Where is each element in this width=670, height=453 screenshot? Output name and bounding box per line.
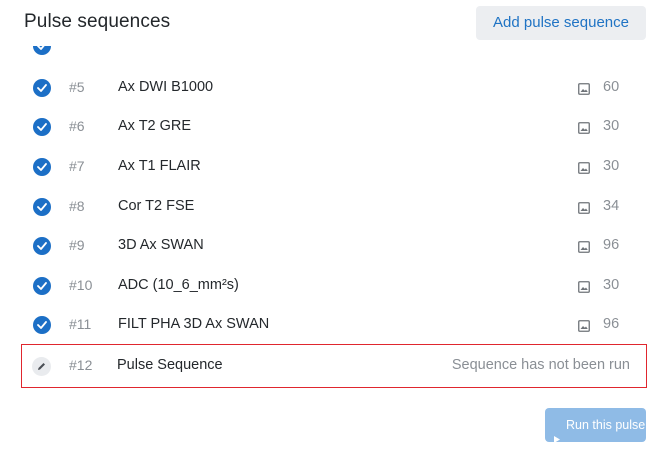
list-item[interactable]: #11 FILT PHA 3D Ax SWAN 96: [22, 305, 646, 345]
sequence-number: #9: [69, 237, 85, 253]
pending-sequence-row[interactable]: #12 Pulse Sequence Sequence has not been…: [21, 344, 647, 388]
add-pulse-sequence-button[interactable]: Add pulse sequence: [476, 6, 646, 40]
sequence-name: FILT PHA 3D Ax SWAN: [118, 316, 270, 332]
check-circle-icon: [33, 118, 51, 136]
sequence-number: #11: [69, 316, 92, 332]
check-circle-icon: [33, 198, 51, 216]
check-circle-icon: [33, 277, 51, 295]
image-count: 96: [603, 316, 620, 332]
image-icon: [578, 201, 590, 214]
sequence-name: ADC (10_6_mm²s): [118, 277, 239, 293]
image-icon: [578, 240, 590, 253]
image-icon: [578, 280, 590, 293]
sequence-name: Cor T2 FSE: [118, 198, 195, 214]
sequence-list[interactable]: #5 Ax DWI B1000 60 #6 Ax T2 GRE 30 #7 Ax…: [0, 46, 670, 391]
sequence-name: 3D Ax SWAN: [118, 237, 204, 253]
image-count: 30: [603, 277, 620, 293]
sequence-status: Sequence has not been run: [451, 357, 630, 373]
image-count: 30: [603, 118, 620, 134]
play-icon: [554, 422, 560, 453]
sequence-number: #6: [69, 118, 85, 134]
pencil-icon[interactable]: [32, 357, 51, 376]
image-count: 60: [603, 79, 620, 95]
panel-header: Pulse sequences Add pulse sequence: [0, 0, 670, 46]
sequence-number: #12: [69, 357, 93, 373]
run-pulse-label: Run this pulse: [566, 418, 646, 432]
sequence-name: Ax T2 GRE: [118, 118, 192, 134]
sequence-number: #7: [69, 158, 85, 174]
sequence-number: #5: [69, 79, 85, 95]
list-item[interactable]: #5 Ax DWI B1000 60: [22, 68, 646, 108]
image-icon: [578, 82, 590, 95]
sequence-name: Ax DWI B1000: [118, 79, 214, 95]
check-circle-icon: [33, 46, 51, 55]
pulse-sequences-panel: Pulse sequences Add pulse sequence #5 Ax…: [0, 0, 670, 453]
list-item[interactable]: #7 Ax T1 FLAIR 30: [22, 147, 646, 187]
image-count: 34: [603, 198, 620, 214]
list-item[interactable]: [22, 46, 646, 66]
image-icon: [578, 319, 590, 332]
sequence-number: #10: [69, 277, 93, 293]
check-circle-icon: [33, 158, 51, 176]
image-count: 96: [603, 237, 620, 253]
image-count: 30: [603, 158, 620, 174]
image-icon: [578, 161, 590, 174]
list-item[interactable]: #9 3D Ax SWAN 96: [22, 226, 646, 266]
page-title: Pulse sequences: [24, 11, 171, 32]
sequence-name: Pulse Sequence: [117, 357, 223, 373]
list-item[interactable]: #8 Cor T2 FSE 34: [22, 187, 646, 227]
run-pulse-button[interactable]: Run this pulse: [545, 408, 646, 443]
check-circle-icon: [33, 237, 51, 255]
list-item[interactable]: #10 ADC (10_6_mm²s) 30: [22, 266, 646, 306]
image-icon: [578, 121, 590, 134]
check-circle-icon: [33, 316, 51, 334]
sequence-number: #8: [69, 198, 85, 214]
check-circle-icon: [33, 79, 51, 97]
list-item[interactable]: #6 Ax T2 GRE 30: [22, 107, 646, 147]
sequence-name: Ax T1 FLAIR: [118, 158, 201, 174]
